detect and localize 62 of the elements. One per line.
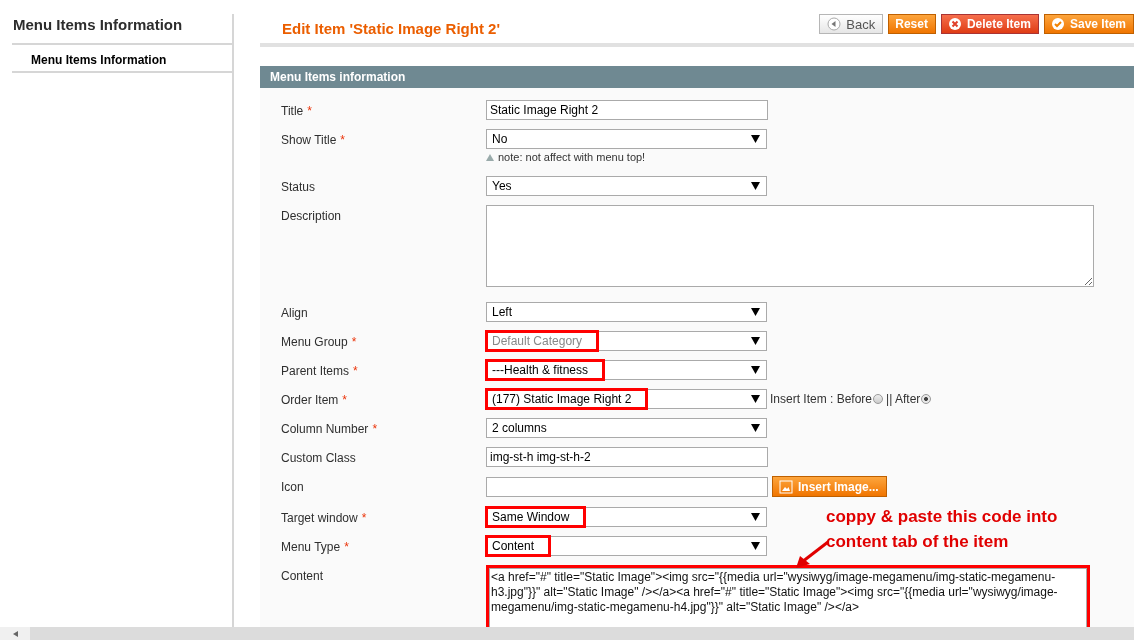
- dropdown[interactable]: Left: [486, 302, 767, 322]
- dropdown[interactable]: ---Health & fitness: [486, 360, 767, 380]
- dropdown[interactable]: Same Window: [486, 507, 767, 527]
- caret-icon: [751, 542, 760, 550]
- required-asterisk: *: [361, 511, 367, 525]
- field-label: Custom Class: [281, 450, 357, 467]
- image-icon: [779, 479, 793, 494]
- caret-icon: [751, 308, 760, 316]
- field-label: Status: [281, 179, 317, 196]
- dropdown[interactable]: Content: [486, 536, 767, 556]
- insert-label: Insert Item : Before: [770, 392, 873, 406]
- required-asterisk: *: [372, 422, 378, 436]
- close-icon: [947, 17, 962, 31]
- required-asterisk: *: [342, 393, 348, 407]
- triangle-icon: [486, 153, 494, 161]
- field-label: Parent Items *: [281, 363, 359, 380]
- sidebar-item[interactable]: Menu Items Information: [12, 45, 232, 73]
- back-button[interactable]: Back: [819, 14, 884, 34]
- page-title: Edit Item 'Static Image Right 2': [281, 19, 500, 37]
- field-label: Target window *: [281, 510, 368, 527]
- required-asterisk: *: [340, 133, 346, 147]
- field-label: Order Item *: [281, 392, 349, 409]
- sidebar-title: Menu Items Information: [12, 14, 232, 45]
- input-field[interactable]: [486, 476, 768, 497]
- caret-icon: [751, 337, 760, 345]
- dropdown[interactable]: Yes: [486, 176, 767, 196]
- field-label: Align: [281, 305, 309, 322]
- field-label: Content: [281, 568, 325, 585]
- text-area[interactable]: [486, 205, 1094, 287]
- caret-icon: [751, 513, 760, 521]
- section-header: Menu Items information: [260, 66, 1134, 88]
- required-asterisk: *: [353, 364, 358, 378]
- caret-icon: [751, 182, 760, 190]
- dropdown[interactable]: No: [486, 129, 767, 149]
- caret-icon: [751, 395, 760, 403]
- delete-button[interactable]: Delete Item: [940, 14, 1039, 34]
- caret-icon: [751, 135, 760, 143]
- input-field[interactable]: Static Image Right 2: [486, 100, 768, 120]
- annotation-text: coppy & paste this code into content tab of the item: [825, 506, 1059, 553]
- field-label: Description: [281, 208, 343, 225]
- insert-label: || After: [886, 392, 921, 406]
- required-asterisk: *: [307, 104, 312, 118]
- field-label: Show Title *: [281, 132, 347, 149]
- scrollbar[interactable]: [0, 627, 1134, 640]
- required-asterisk: *: [344, 540, 349, 554]
- field-label: Title *: [281, 103, 313, 120]
- radio-button[interactable]: [921, 394, 932, 404]
- radio-button[interactable]: [873, 394, 884, 404]
- required-asterisk: *: [351, 335, 357, 349]
- input-field[interactable]: img-st-h img-st-h-2: [486, 447, 768, 467]
- note-text: note: not affect with menu top!: [498, 151, 646, 163]
- scroll-left-icon[interactable]: [12, 630, 18, 637]
- field-label: Menu Group *: [281, 334, 358, 351]
- dropdown[interactable]: (177) Static Image Right 2: [486, 389, 767, 409]
- field-label: Column Number *: [281, 421, 379, 438]
- caret-icon: [751, 366, 760, 374]
- checkmark-icon: [1050, 17, 1065, 31]
- dropdown[interactable]: 2 columns: [486, 418, 767, 438]
- caret-icon: [751, 424, 760, 432]
- field-label: Menu Type *: [281, 539, 350, 556]
- back-icon: [827, 17, 842, 31]
- field-label: Icon: [281, 479, 305, 496]
